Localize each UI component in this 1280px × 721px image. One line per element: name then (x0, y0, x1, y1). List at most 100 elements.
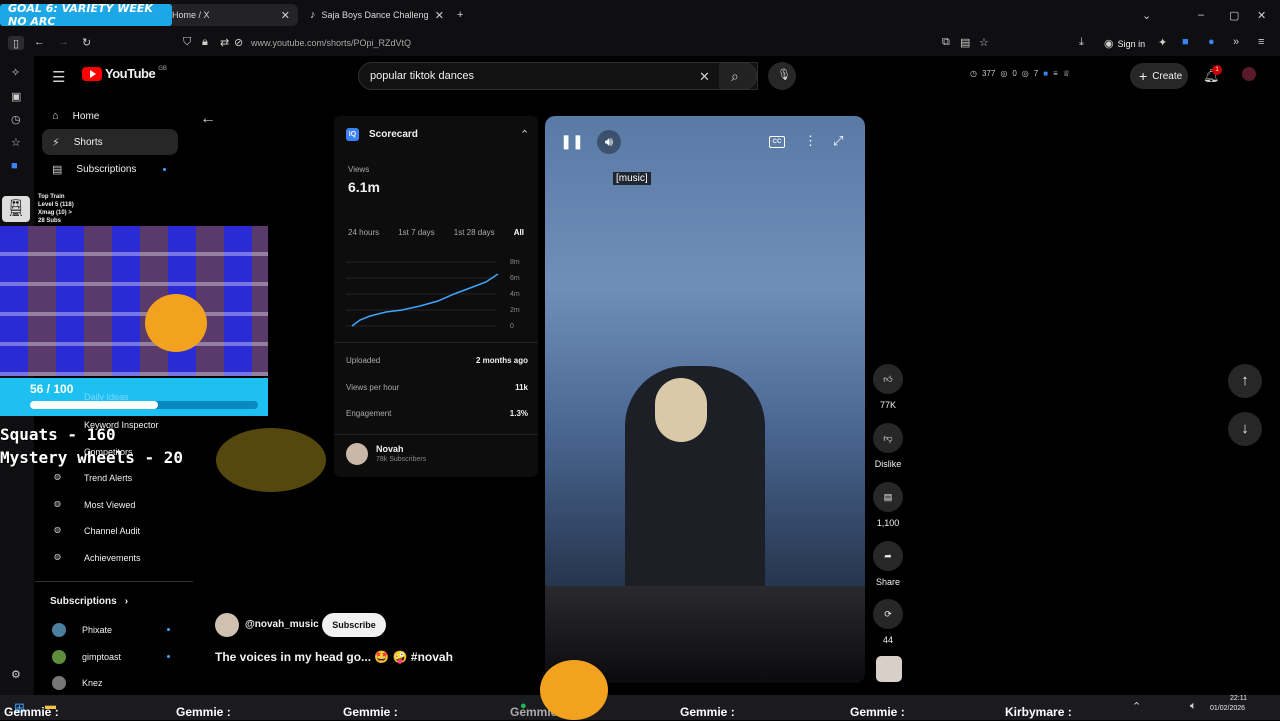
speaker-icon[interactable]: 🔈︎ (1190, 700, 1197, 713)
reload-icon[interactable]: ↻ (82, 36, 91, 49)
train-icon: 🚆︎ (2, 196, 30, 222)
tab-youtube[interactable]: ♪ Saja Boys Dance Challenge - Jo ✕ (302, 4, 452, 26)
views-chart: 8m 6m 4m 2m 0 (346, 259, 520, 330)
video-figure-head (655, 378, 707, 442)
clear-search-icon[interactable]: ✕ (699, 69, 710, 85)
range-tab[interactable]: 1st 7 days (398, 228, 434, 237)
remix-action[interactable]: ⟳ 44 (872, 599, 904, 645)
tool-channel-audit[interactable]: Channel Audit (84, 526, 140, 536)
thumbs-down-icon[interactable]: 👎︎ (873, 423, 903, 453)
tool-achievements[interactable]: Achievements (84, 553, 141, 563)
back-icon[interactable]: ← (34, 36, 45, 48)
vidiq-stats: ◷ 377 ◎ 0 ◎ 7 ■ ≡ ♕ (970, 69, 1070, 78)
new-dot (167, 628, 170, 631)
subscribe-button[interactable]: Subscribe (322, 613, 386, 637)
nav-subscriptions[interactable]: ▤ Subscriptions (42, 156, 178, 182)
captions-icon[interactable]: CC (769, 136, 785, 148)
comment-icon[interactable]: ▤ (873, 482, 903, 512)
shield-icon[interactable]: ⛉ (183, 36, 191, 49)
star-icon[interactable]: ☆ (11, 136, 21, 149)
settings-icon[interactable]: ⚙ (11, 668, 21, 681)
maximize-icon[interactable]: ▢ (1229, 9, 1239, 22)
range-tab[interactable]: 1st 28 days (454, 228, 495, 237)
share-icon[interactable]: ➦ (873, 541, 903, 571)
nav-shorts[interactable]: ⚡︎ Shorts (42, 129, 178, 155)
overflow-icon[interactable]: » (1233, 36, 1239, 48)
fullscreen-icon[interactable]: ⤢ (833, 133, 843, 149)
lock-icon[interactable]: 🔒︎ (202, 36, 208, 49)
video-title[interactable]: The voices in my head go... 🤩 🤪 #novah (215, 650, 453, 664)
caption-text: [music] (613, 172, 651, 185)
subscription-item[interactable]: gimptoast (52, 648, 182, 666)
remix-icon[interactable]: ⟳ (873, 599, 903, 629)
channel-avatar[interactable] (346, 443, 368, 465)
subscriptions-heading[interactable]: Subscriptions › (50, 596, 128, 607)
new-tab-icon[interactable]: + (457, 9, 463, 21)
tray-chevron-icon[interactable]: ⌃ (1132, 700, 1141, 713)
create-button[interactable]: + Create (1130, 63, 1188, 89)
download-icon[interactable]: ⤓ (1079, 36, 1084, 49)
list-icon[interactable]: ≡ (1053, 69, 1058, 78)
trophy-icon[interactable]: ♕ (1063, 69, 1070, 78)
tool-trend-alerts[interactable]: Trend Alerts (84, 473, 132, 483)
subscription-item[interactable]: Phixate (52, 621, 182, 639)
search-button[interactable]: ⌕ (719, 62, 757, 90)
extension-icon[interactable]: ● (1208, 36, 1215, 48)
train-line: Level 5 (118) (38, 202, 74, 208)
screenshot-icon[interactable]: ⧉ (942, 36, 950, 49)
window-close-icon[interactable]: ✕ (1257, 9, 1266, 22)
comments-action[interactable]: ▤ 1,100 (872, 482, 904, 528)
youtube-logo[interactable]: YouTube GB (82, 66, 167, 81)
shorts-video-player[interactable]: ❚❚ 🔊︎ CC ⋮ ⤢ [music] (545, 116, 865, 683)
permissions-icon[interactable]: ⇄ (220, 36, 229, 49)
hamburger-menu-icon[interactable]: ☰ (52, 68, 65, 86)
sound-thumbnail[interactable] (876, 656, 902, 682)
sidebar-toggle-icon[interactable]: ▯ (8, 36, 24, 50)
range-tab[interactable]: All (514, 228, 524, 237)
previous-short-button[interactable]: ↑ (1228, 364, 1262, 398)
channel-handle[interactable]: @novah_music (245, 619, 319, 630)
range-tab[interactable]: 24 hours (348, 228, 379, 237)
bookmark-star-icon[interactable]: ☆ (979, 36, 989, 49)
subscription-item[interactable]: Knez (52, 674, 182, 692)
collapse-icon[interactable]: ⌃ (520, 128, 529, 141)
close-icon[interactable]: ✕ (281, 9, 290, 22)
extension-icon[interactable]: ■ (11, 160, 18, 172)
channel-name[interactable]: Novah (376, 444, 404, 454)
next-short-button[interactable]: ↓ (1228, 412, 1262, 446)
tool-competitors[interactable]: Competitors (84, 447, 133, 457)
tool-daily-ideas[interactable]: Daily Ideas (84, 392, 129, 402)
clock-icon[interactable]: ◷ (11, 113, 21, 126)
tab-list-icon[interactable]: ⌄ (1142, 9, 1151, 22)
minimize-icon[interactable]: – (1198, 9, 1204, 21)
search-input[interactable]: popular tiktok dances (358, 62, 758, 90)
voice-search-button[interactable]: 🎙︎ (768, 62, 796, 90)
volume-icon[interactable]: 🔊︎ (597, 130, 621, 154)
ai-icon[interactable]: ✧ (11, 66, 20, 79)
url-field[interactable]: www.youtube.com/shorts/POpi_RZdVtQ (251, 38, 411, 48)
progress-track (30, 401, 258, 409)
tool-keyword-inspector[interactable]: Keyword Inspector (84, 420, 159, 430)
thumbs-up-icon[interactable]: 👍︎ (873, 364, 903, 394)
back-arrow-icon[interactable]: ← (200, 110, 216, 128)
tab-x[interactable]: Home / X ✕ (164, 4, 298, 26)
tool-most-viewed[interactable]: Most Viewed (84, 500, 135, 510)
reader-icon[interactable]: ▤ (960, 36, 970, 49)
dislike-action[interactable]: 👎︎ Dislike (872, 423, 904, 469)
nav-home[interactable]: ⌂ Home (42, 103, 178, 129)
avatar[interactable] (1242, 67, 1256, 81)
extensions-icon[interactable]: ✦ (1158, 36, 1167, 49)
vidiq-icon[interactable]: ■ (1043, 69, 1048, 78)
forward-icon[interactable]: → (58, 36, 69, 48)
share-action[interactable]: ➦ Share (872, 541, 904, 587)
menu-icon[interactable]: ≡ (1258, 36, 1264, 48)
more-options-icon[interactable]: ⋮ (804, 133, 817, 149)
extension-icon[interactable]: ■ (1182, 36, 1189, 48)
like-action[interactable]: 👍︎ 77K (872, 364, 904, 410)
sign-in-button[interactable]: ◉ Sign in (1104, 37, 1145, 50)
cast-icon[interactable]: ⊘ (234, 36, 243, 49)
close-icon[interactable]: ✕ (435, 9, 444, 22)
pause-icon[interactable]: ❚❚ (560, 132, 583, 150)
channel-avatar[interactable] (215, 613, 239, 637)
history-icon[interactable]: ▣ (11, 90, 21, 103)
